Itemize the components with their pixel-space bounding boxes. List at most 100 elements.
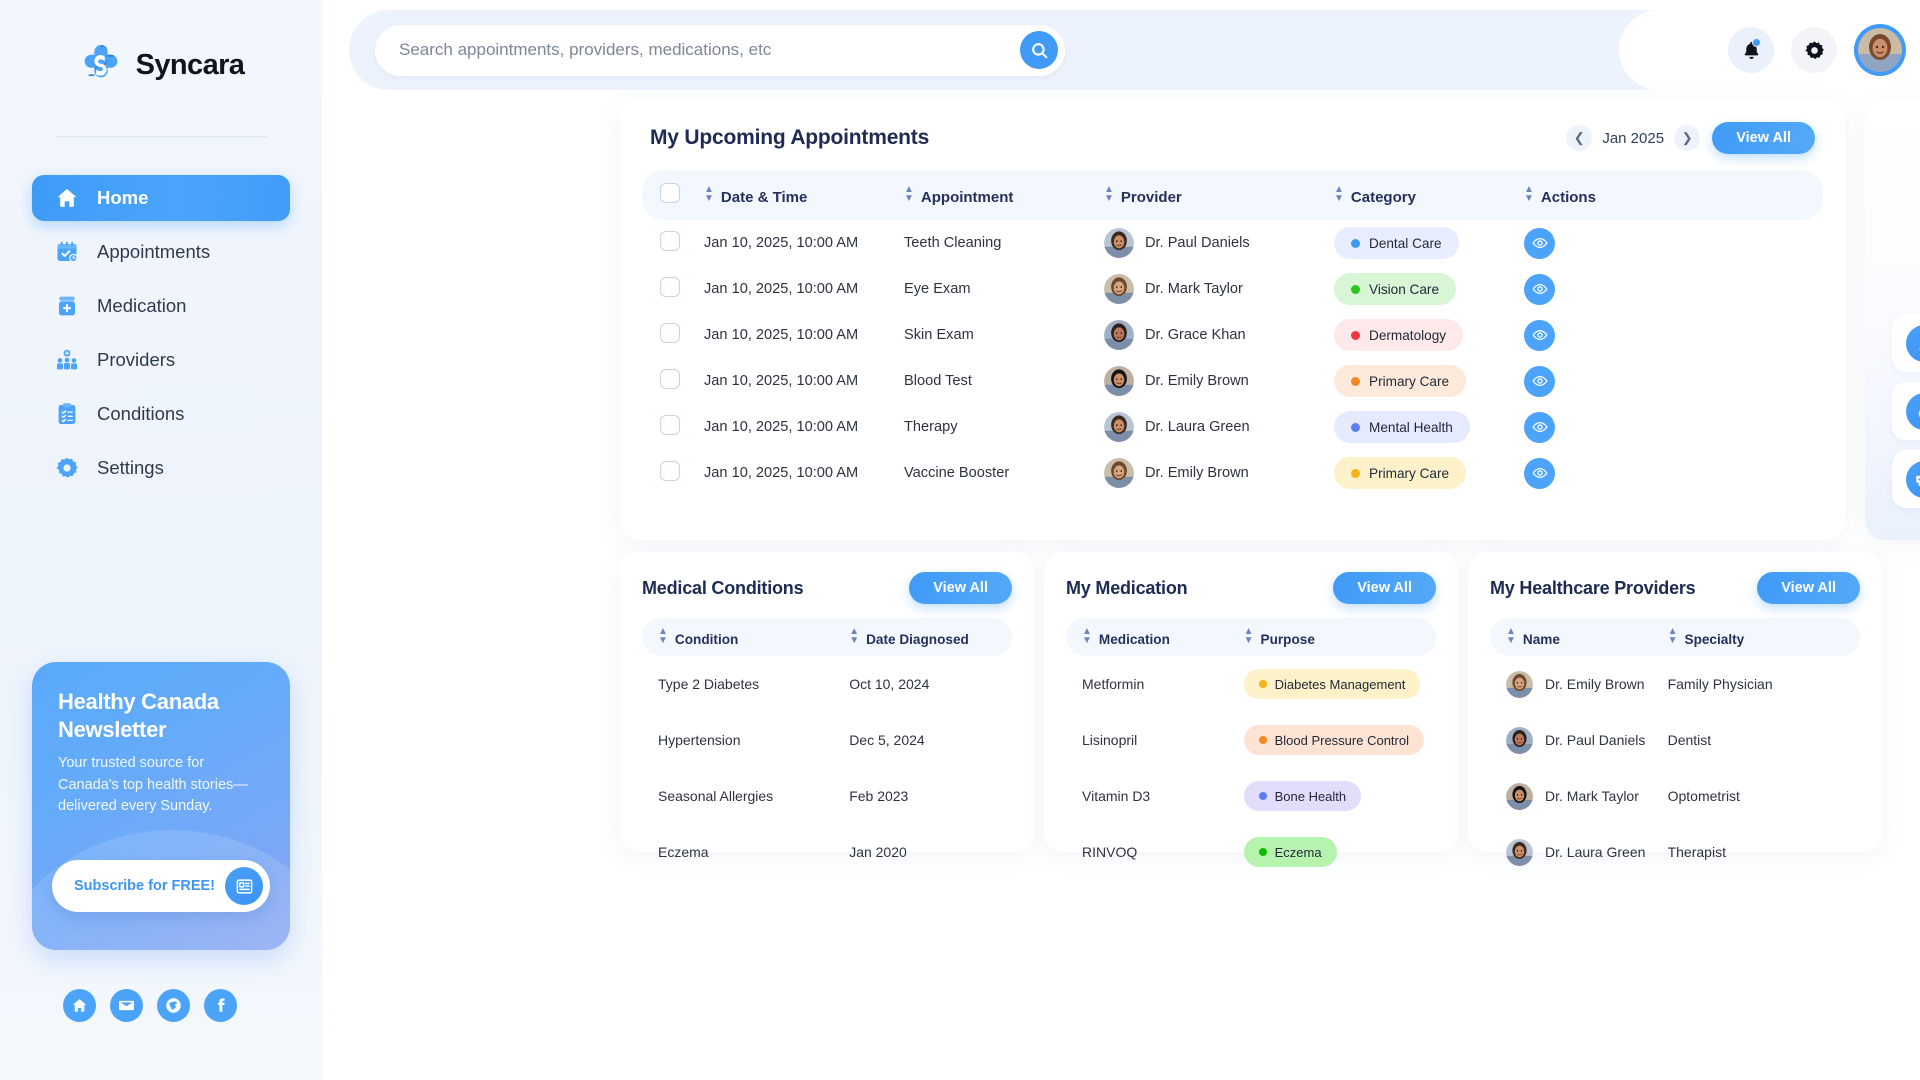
col-date-time[interactable]: ▲ ▼ Date & Time (704, 170, 904, 220)
col-actions[interactable]: ▲ ▼ Actions (1524, 170, 1823, 220)
sidebar-item-conditions[interactable]: Conditions (32, 391, 290, 437)
social-envelope-icon[interactable] (110, 989, 143, 1022)
medication-table-body: Metformin Diabetes Management Lisinopril … (1066, 656, 1436, 880)
condition-date: Oct 10, 2024 (849, 676, 930, 692)
table-row[interactable]: Hypertension Dec 5, 2024 (642, 712, 1012, 768)
row-checkbox[interactable] (660, 415, 680, 435)
view-appointment-eye-icon[interactable] (1524, 319, 1555, 351)
conditions-header-row: ▲ ▼ Condition ▲ ▼ Date Diagnosed (642, 618, 1012, 656)
row-appointment: Eye Exam (904, 281, 971, 297)
view-appointment-eye-icon[interactable] (1524, 273, 1555, 305)
condition-date: Jan 2020 (849, 844, 907, 860)
condition-date: Dec 5, 2024 (849, 732, 925, 748)
view-appointment-eye-icon[interactable] (1524, 457, 1555, 489)
medication-name: RINVOQ (1082, 844, 1138, 860)
medication-table-head: ▲ ▼ Medication ▲ ▼ Purpose (1066, 618, 1436, 656)
col-date-diagnosed[interactable]: ▲ ▼ Date Diagnosed (849, 618, 1012, 656)
chevron-left-icon[interactable]: ❮ (1566, 125, 1593, 151)
col-category[interactable]: ▲ ▼ Category (1334, 170, 1524, 220)
provider-name: Dr. Paul Daniels (1145, 235, 1250, 251)
newspaper-icon (225, 867, 263, 905)
view-appointment-eye-icon[interactable] (1524, 365, 1555, 397)
category-badge: Primary Care (1334, 457, 1467, 489)
col-provider[interactable]: ▲ ▼ Provider (1104, 170, 1334, 220)
user-avatar[interactable] (1854, 24, 1906, 76)
table-row[interactable]: Jan 10, 2025, 10:00 AM Teeth Cleaning Dr… (642, 220, 1823, 266)
subscribe-button-label: Subscribe for FREE! (74, 878, 215, 894)
notification-dot (1752, 38, 1761, 47)
sort-icon: ▲ ▼ (658, 626, 668, 646)
col-specialty[interactable]: ▲ ▼ Specialty (1668, 618, 1860, 656)
search-input[interactable] (399, 40, 1020, 60)
search-icon[interactable] (1020, 31, 1058, 69)
appointments-view-all-button[interactable]: View All (1712, 122, 1815, 154)
table-row[interactable]: Type 2 Diabetes Oct 10, 2024 (642, 656, 1012, 712)
table-row[interactable]: Dr. Mark Taylor Optometrist (1490, 768, 1860, 824)
table-row[interactable]: Lisinopril Blood Pressure Control (1066, 712, 1436, 768)
provider-avatar (1104, 274, 1134, 304)
table-row[interactable]: Dr. Emily Brown Family Physician (1490, 656, 1860, 712)
sidebar-item-appointments[interactable]: Appointments (32, 229, 290, 275)
social-links (63, 989, 237, 1022)
select-all-checkbox[interactable] (660, 183, 680, 203)
provider-avatar (1104, 228, 1134, 258)
row-checkbox[interactable] (660, 231, 680, 251)
sort-icon: ▲ ▼ (704, 183, 714, 204)
sidebar-item-medication[interactable]: Medication (32, 283, 290, 329)
col-appointment[interactable]: ▲ ▼ Appointment (904, 170, 1104, 220)
col-medication[interactable]: ▲ ▼ Medication (1066, 618, 1244, 656)
col-label: Date & Time (720, 188, 808, 206)
view-appointment-eye-icon[interactable] (1524, 227, 1555, 259)
view-appointment-eye-icon[interactable] (1524, 411, 1555, 443)
table-row[interactable]: Dr. Paul Daniels Dentist (1490, 712, 1860, 768)
table-row[interactable]: Seasonal Allergies Feb 2023 (642, 768, 1012, 824)
conditions-table-head: ▲ ▼ Condition ▲ ▼ Date Diagnosed (642, 618, 1012, 656)
sidebar-item-settings[interactable]: Settings (32, 445, 290, 491)
col-name[interactable]: ▲ ▼ Name (1490, 618, 1668, 656)
providers-table-body: Dr. Emily Brown Family Physician Dr. Pau… (1490, 656, 1860, 880)
table-row[interactable]: RINVOQ Eczema (1066, 824, 1436, 880)
table-row[interactable]: Vitamin D3 Bone Health (1066, 768, 1436, 824)
table-row[interactable]: Jan 10, 2025, 10:00 AM Vaccine Booster D… (642, 450, 1823, 496)
table-row[interactable]: Jan 10, 2025, 10:00 AM Therapy Dr. Laura… (642, 404, 1823, 450)
row-actions (1524, 220, 1823, 266)
purpose-badge: Diabetes Management (1243, 669, 1421, 699)
provider-name: Dr. Emily Brown (1145, 465, 1249, 481)
settings-gear-icon[interactable] (1791, 27, 1837, 73)
sidebar-item-providers[interactable]: Providers (32, 337, 290, 383)
social-globe-icon[interactable] (157, 989, 190, 1022)
notification-bell-icon[interactable] (1728, 27, 1774, 73)
table-row[interactable]: Metformin Diabetes Management (1066, 656, 1436, 712)
medication-view-all-button[interactable]: View All (1333, 572, 1436, 604)
table-row[interactable]: Eczema Jan 2020 (642, 824, 1012, 880)
row-checkbox[interactable] (660, 277, 680, 297)
table-row[interactable]: Jan 10, 2025, 10:00 AM Eye Exam Dr. Mark… (642, 266, 1823, 312)
col-condition[interactable]: ▲ ▼ Condition (642, 618, 849, 656)
col-purpose[interactable]: ▲ ▼ Purpose (1244, 618, 1436, 656)
row-appointment: Vaccine Booster (904, 465, 1010, 481)
search-container[interactable] (375, 24, 1065, 76)
row-checkbox[interactable] (660, 461, 680, 481)
sidebar-nav: Home Appointments Medication Providers C… (32, 175, 290, 491)
sidebar-item-home[interactable]: Home (32, 175, 290, 221)
select-all-header (642, 170, 704, 220)
category-badge: Vision Care (1334, 273, 1457, 305)
providers-view-all-button[interactable]: View All (1757, 572, 1860, 604)
medication-purpose: Eczema (1243, 824, 1436, 880)
conditions-view-all-button[interactable]: View All (909, 572, 1012, 604)
row-category: Dental Care (1334, 220, 1524, 266)
table-row[interactable]: Jan 10, 2025, 10:00 AM Skin Exam Dr. Gra… (642, 312, 1823, 358)
social-facebook-icon[interactable] (204, 989, 237, 1022)
provider-specialty: Therapist (1667, 844, 1726, 860)
social-home-icon[interactable] (63, 989, 96, 1022)
medication-name: Vitamin D3 (1082, 788, 1151, 804)
table-row[interactable]: Jan 10, 2025, 10:00 AM Blood Test Dr. Em… (642, 358, 1823, 404)
col-label: Provider (1120, 188, 1182, 206)
row-checkbox[interactable] (660, 323, 680, 343)
medication-name: Lisinopril (1082, 732, 1138, 748)
table-row[interactable]: Dr. Laura Green Therapist (1490, 824, 1860, 880)
provider-specialty: Dentist (1667, 732, 1712, 748)
chevron-right-icon[interactable]: ❯ (1674, 125, 1701, 151)
subscribe-button[interactable]: Subscribe for FREE! (52, 860, 270, 912)
row-checkbox[interactable] (660, 369, 680, 389)
